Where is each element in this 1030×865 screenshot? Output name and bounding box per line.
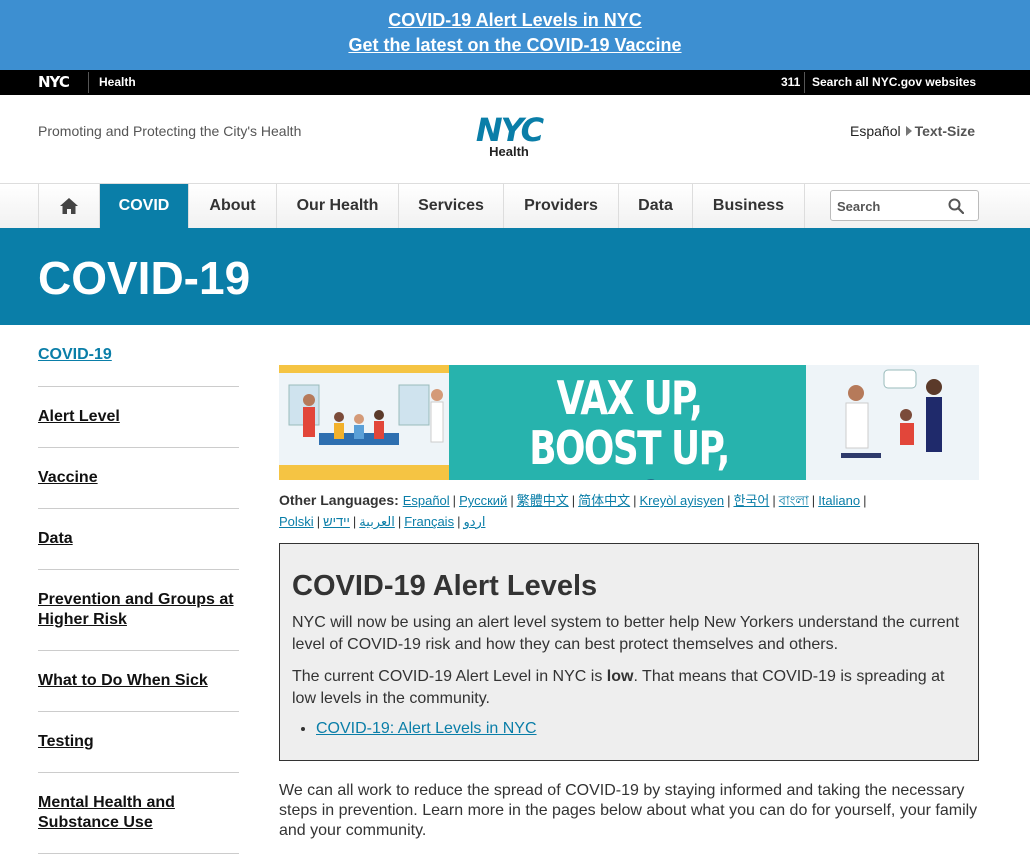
lang-link-polski[interactable]: Polski <box>279 514 314 529</box>
main-nav: COVID About Our Health Services Provider… <box>0 183 1030 228</box>
family-vaccination-image <box>841 369 942 458</box>
lang-link-traditional-chinese[interactable]: 繁體中文 <box>517 493 569 508</box>
lang-link-espanol[interactable]: Español <box>403 493 450 508</box>
sidebar-item-prevention[interactable]: Prevention and Groups at Higher Risk <box>38 570 239 651</box>
nav-services[interactable]: Services <box>399 184 504 228</box>
text-size-button[interactable]: Text-Size <box>915 123 975 139</box>
lang-link-korean[interactable]: 한국어 <box>733 493 769 508</box>
sidebar-item-mental-health[interactable]: Mental Health and Substance Use <box>38 773 239 854</box>
vaccine-latest-link[interactable]: Get the latest on the COVID-19 Vaccine <box>0 33 1030 58</box>
site-header: Promoting and Protecting the City's Heal… <box>0 95 1030 183</box>
vaccination-illustration <box>806 365 979 480</box>
lang-link-arabic[interactable]: العربية <box>359 514 395 529</box>
search-box <box>830 190 979 221</box>
lang-link-italiano[interactable]: Italiano <box>818 493 860 508</box>
page-title: COVID-19 <box>38 252 251 304</box>
nav-business[interactable]: Business <box>693 184 805 228</box>
lang-link-yiddish[interactable]: יידיש <box>323 514 350 529</box>
other-languages-label: Other Languages: <box>279 492 399 508</box>
nav-providers[interactable]: Providers <box>504 184 619 228</box>
alert-banner: COVID-19 Alert Levels in NYC Get the lat… <box>0 0 1030 70</box>
subway-riders-image <box>279 365 449 480</box>
alert-box-links: COVID-19: Alert Levels in NYC <box>316 720 966 738</box>
alert-p2-text: The current COVID-19 Alert Level in NYC … <box>292 668 607 685</box>
sidebar-nav: COVID-19 Alert Level Vaccine Data Preven… <box>38 325 239 854</box>
alert-box-paragraph-1: NYC will now be using an alert level sys… <box>292 614 960 653</box>
espanol-link[interactable]: Español <box>850 123 901 139</box>
nyc-gov-bar: NYC Health 311 Search all NYC.gov websit… <box>0 70 1030 95</box>
intro-paragraph: We can all work to reduce the spread of … <box>279 782 978 839</box>
vax-up-banner[interactable]: VAX UP, BOOST UP, NYC! <box>279 365 979 480</box>
sidebar-item-alert-level[interactable]: Alert Level <box>38 387 239 448</box>
lang-link-russian[interactable]: Русский <box>459 493 507 508</box>
nyc-bar-health-link[interactable]: Health <box>99 76 136 89</box>
sidebar-item-when-sick[interactable]: What to Do When Sick <box>38 651 239 712</box>
sidebar-item-vaccine[interactable]: Vaccine <box>38 448 239 509</box>
logo-nyc-text: NYC <box>475 111 544 149</box>
nyc-311-link[interactable]: 311 <box>781 76 800 89</box>
lang-link-bengali[interactable]: বাংলা <box>779 493 809 508</box>
alert-levels-box: COVID-19 Alert Levels NYC will now be us… <box>279 543 979 761</box>
main-content: VAX UP, BOOST UP, NYC! Other Languages: … <box>279 365 979 841</box>
alert-levels-link[interactable]: COVID-19 Alert Levels in NYC <box>0 0 1030 33</box>
site-tagline: Promoting and Protecting the City's Heal… <box>38 123 302 139</box>
lang-link-simplified-chinese[interactable]: 简体中文 <box>578 493 630 508</box>
slogan-nyc: NYC! <box>583 471 676 480</box>
sidebar-item-covid-19[interactable]: COVID-19 <box>38 325 239 387</box>
home-icon <box>60 197 78 214</box>
other-languages: Other Languages: Español | Русский | 繁體中文 | 简体… <box>279 492 867 529</box>
subway-illustration <box>279 365 449 480</box>
nav-home[interactable] <box>38 184 100 228</box>
alert-levels-nyc-link[interactable]: COVID-19: Alert Levels in NYC <box>316 720 537 737</box>
nav-covid[interactable]: COVID <box>100 184 189 228</box>
alert-level-value: low <box>606 668 634 685</box>
bar-divider <box>804 72 805 93</box>
nav-about[interactable]: About <box>189 184 277 228</box>
search-icon[interactable] <box>948 198 964 214</box>
sidebar-item-data[interactable]: Data <box>38 509 239 570</box>
search-all-nyc-link[interactable]: Search all NYC.gov websites <box>812 76 976 89</box>
search-input[interactable] <box>837 196 947 216</box>
page-hero: COVID-19 <box>0 228 1030 325</box>
sidebar-item-testing[interactable]: Testing <box>38 712 239 773</box>
nyc-gov-logo[interactable]: NYC <box>38 75 79 90</box>
lang-link-urdu[interactable]: اردو <box>463 514 485 529</box>
bar-divider <box>88 72 89 93</box>
header-links: Español Text-Size <box>850 123 975 139</box>
list-item: COVID-19: Alert Levels in NYC <box>316 720 966 738</box>
vax-up-slogan: VAX UP, BOOST UP, NYC! <box>504 373 754 480</box>
alert-box-paragraph-2: The current COVID-19 Alert Level in NYC … <box>292 666 966 710</box>
nav-our-health[interactable]: Our Health <box>277 184 399 228</box>
slogan-line-2: BOOST UP, <box>529 421 730 475</box>
lang-link-francais[interactable]: Français <box>404 514 454 529</box>
nav-data[interactable]: Data <box>619 184 693 228</box>
caret-right-icon <box>905 126 912 136</box>
alert-box-title: COVID-19 Alert Levels <box>292 570 598 602</box>
lang-link-kreyol[interactable]: Kreyòl ayisyen <box>640 493 725 508</box>
slogan-line-1: VAX UP, <box>556 371 703 425</box>
nyc-health-logo[interactable]: NYC Health <box>466 111 552 159</box>
